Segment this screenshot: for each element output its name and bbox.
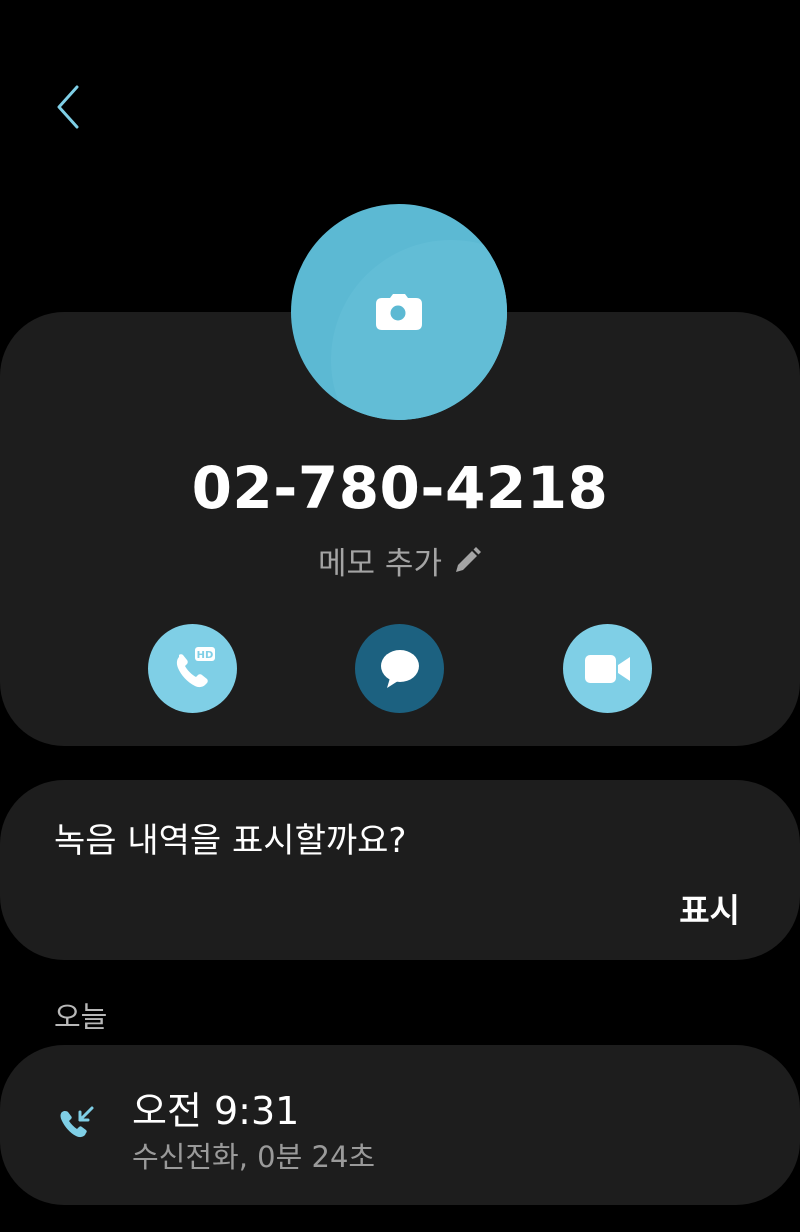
section-header-today: 오늘 [54,1000,108,1034]
chat-bubble-icon [380,649,419,688]
phone-hd-icon: HD [176,646,215,687]
pencil-icon [455,546,481,572]
incoming-call-icon [60,1106,94,1138]
call-time: 오전 9:31 [132,1089,300,1133]
recording-card [0,780,800,960]
chevron-left-icon [57,85,79,129]
call-log-item[interactable] [0,1045,800,1205]
back-button[interactable] [40,78,96,136]
recording-question: 녹음 내역을 표시할까요? [54,821,407,861]
video-camera-icon [584,654,630,683]
memo-label: 메모 추가 [318,546,442,582]
contact-avatar[interactable] [291,204,507,420]
hd-voice-call-button[interactable]: HD [148,624,237,713]
add-memo-button[interactable]: 메모 추가 [0,538,800,583]
camera-icon [376,294,422,330]
message-button[interactable] [355,624,444,713]
phone-number: 02-780-4218 [191,454,609,522]
call-detail: 수신전화, 0분 24초 [132,1140,376,1174]
video-call-button[interactable] [563,624,652,713]
avatar-shade [331,240,507,420]
show-recordings-button[interactable]: 표시 [679,884,740,932]
svg-text:HD: HD [196,650,213,661]
